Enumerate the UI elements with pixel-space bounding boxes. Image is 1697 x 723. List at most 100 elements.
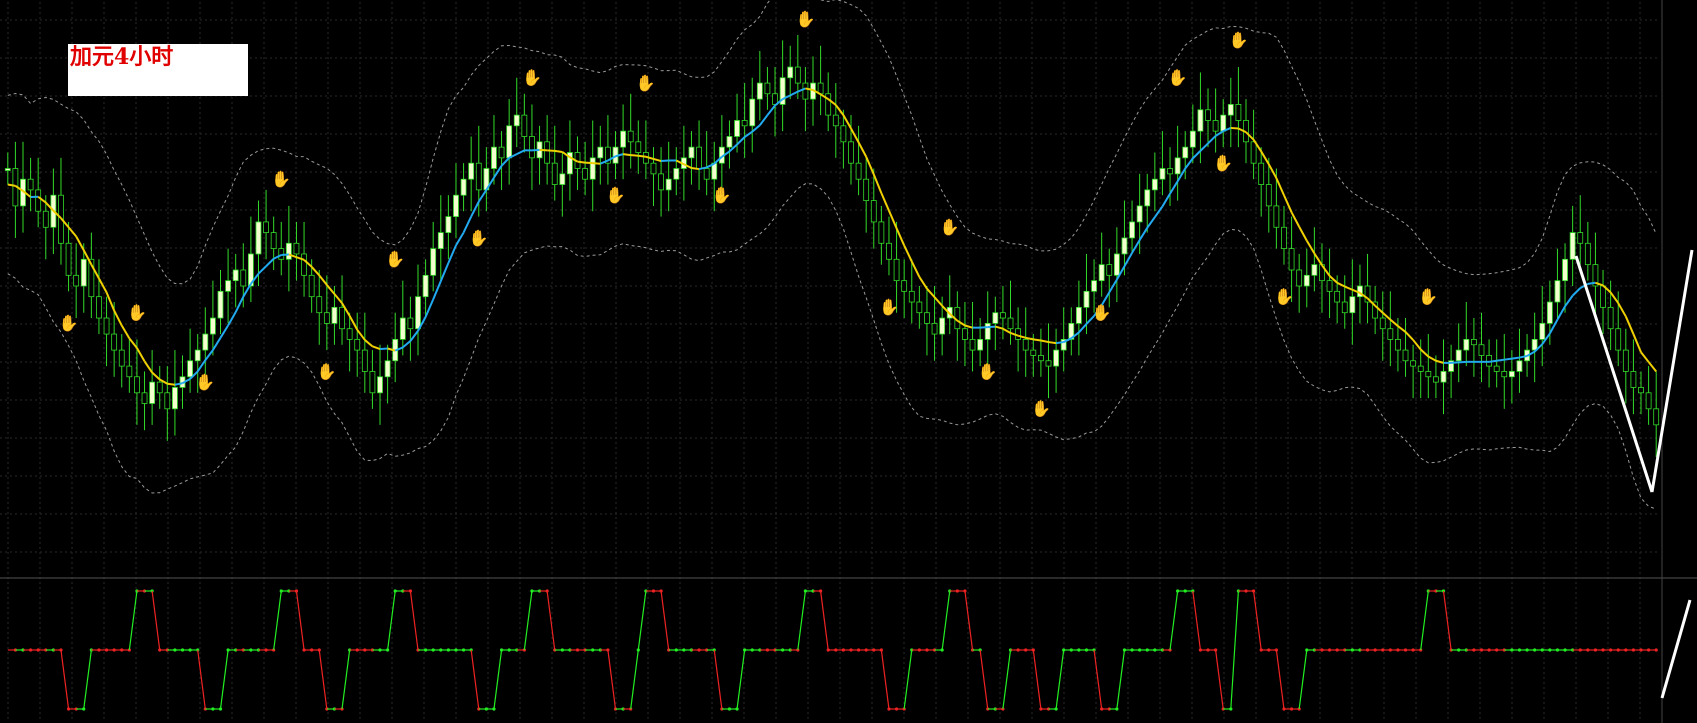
candle-body: [1091, 280, 1097, 292]
candle-body: [1098, 264, 1105, 282]
candle-body: [1349, 296, 1356, 314]
oscillator-segment: [295, 590, 305, 651]
ma-segment: [1609, 291, 1620, 304]
candle-body: [1235, 104, 1242, 121]
oscillator-segment: [341, 649, 351, 710]
ma-segment: [1511, 356, 1520, 360]
oscillator-segment: [523, 590, 533, 651]
candle-body: [301, 253, 307, 276]
oscillator-segment: [797, 590, 807, 651]
candle-body: [802, 82, 809, 100]
fractal-bottom-marker: ✋: [469, 228, 489, 247]
ma-segment: [630, 154, 639, 157]
candle-body: [316, 296, 323, 314]
candle-body: [1470, 338, 1477, 346]
candle-body: [939, 317, 946, 335]
trading-chart[interactable]: ✋ ✋ ✋ ✋ ✋ ✋ ✋ ✋ ✋ ✋ ✋ ✋ ✋ ✋ ✋ ✋ ✋ ✋ ✋ ✋ ✋ ✋: [0, 0, 1697, 723]
candle-body: [1410, 360, 1417, 367]
oscillator-segment: [318, 649, 328, 710]
ma-segment: [113, 310, 123, 326]
ma-segment: [500, 157, 510, 167]
annotation-line-up: [1650, 249, 1694, 493]
candle-body: [627, 130, 634, 143]
ma-segment: [933, 296, 943, 307]
candle-body: [194, 349, 201, 362]
ma-segment: [470, 201, 480, 218]
fractal-top-marker: ✋: [522, 68, 542, 87]
ma-segment: [1397, 325, 1407, 333]
candle-body: [1546, 301, 1553, 324]
candle-body: [1205, 109, 1211, 121]
candle-body: [96, 296, 102, 319]
ma-segment: [98, 278, 108, 293]
ma-segment: [910, 260, 921, 278]
fractal-bottom-marker: ✋: [978, 362, 998, 381]
ma-segment: [531, 148, 540, 152]
candle-body: [582, 168, 589, 180]
fractal-bottom-marker: ✋: [1031, 399, 1051, 418]
ma-segment: [1305, 240, 1316, 254]
candle-body: [559, 173, 566, 185]
ma-segment: [402, 340, 412, 349]
ma-segment: [1138, 227, 1149, 241]
candle-body: [1258, 162, 1265, 185]
candle-body: [422, 274, 429, 298]
ma-segment: [143, 360, 153, 374]
candle-body: [840, 125, 847, 143]
candle-body: [323, 312, 330, 324]
fractal-top-marker: ✋: [127, 303, 147, 322]
ma-segment: [136, 347, 146, 362]
candle-body: [1478, 344, 1485, 356]
fractal-top-marker: ✋: [1418, 287, 1438, 306]
ma-segment: [1451, 361, 1459, 364]
ma-segment: [592, 162, 601, 165]
candle-body: [1045, 360, 1052, 367]
ma-segment: [1267, 163, 1278, 179]
ma-segment: [872, 174, 883, 194]
ma-segment: [1048, 341, 1057, 345]
candle-body: [217, 290, 224, 319]
ma-segment: [1624, 316, 1635, 335]
candle-body: [1250, 141, 1257, 164]
candle-body: [1554, 280, 1561, 303]
ma-segment: [310, 266, 320, 276]
candle-body: [430, 248, 437, 276]
ma-segment: [918, 276, 928, 290]
candle-body: [962, 328, 968, 340]
candle-body: [407, 317, 414, 330]
candle-body: [756, 82, 763, 100]
oscillator-segment: [128, 590, 138, 651]
candle-body: [1395, 338, 1401, 351]
oscillator-segment: [197, 649, 206, 710]
candle-body: [969, 338, 976, 351]
candle-body: [346, 328, 353, 340]
candle-body: [749, 98, 756, 127]
candle-body: [1007, 317, 1014, 330]
oscillator-segment: [736, 649, 746, 710]
candle-body: [308, 274, 315, 298]
ma-segment: [455, 232, 465, 246]
oscillator-segment: [607, 649, 617, 710]
candle-body: [1645, 392, 1652, 410]
candle-body: [35, 189, 42, 212]
candle-body: [931, 322, 938, 335]
candle-body: [764, 82, 771, 95]
ma-segment: [234, 296, 245, 313]
candle-body: [460, 178, 467, 196]
ma-segment: [1298, 226, 1308, 242]
candle-body: [164, 392, 171, 410]
candle-body: [1000, 312, 1006, 319]
chart-root: ✋ ✋ ✋ ✋ ✋ ✋ ✋ ✋ ✋ ✋ ✋ ✋ ✋ ✋ ✋ ✋ ✋ ✋ ✋ ✋ ✋ ✋ 加元4小时: [0, 0, 1697, 723]
ma-segment: [447, 245, 457, 264]
ma-segment: [987, 325, 996, 329]
candle-body: [1151, 178, 1158, 191]
ma-segment: [1002, 327, 1012, 334]
candle-body: [506, 125, 513, 159]
candle-body: [1622, 349, 1629, 372]
oscillator-segment: [941, 590, 951, 651]
candle-body: [794, 66, 801, 84]
candle-body: [741, 120, 748, 127]
candle-body: [1501, 371, 1508, 378]
candle-body: [339, 306, 345, 330]
candle-body: [886, 242, 892, 260]
